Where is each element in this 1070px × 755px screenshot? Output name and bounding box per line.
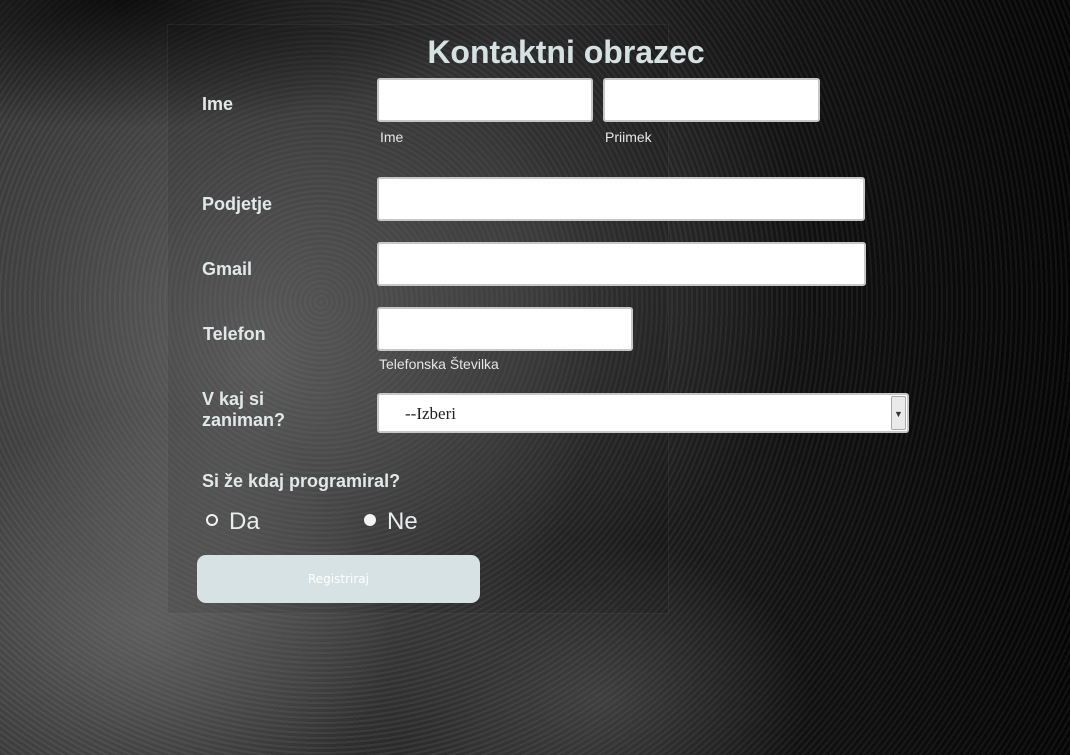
radio-ne-label[interactable]: Ne	[387, 508, 418, 536]
last-name-input[interactable]	[603, 78, 820, 122]
interest-label-line2: zaniman?	[202, 410, 286, 430]
interest-select[interactable]: --Izberi ▼	[377, 393, 909, 433]
phone-hint: Telefonska Številka	[379, 356, 499, 372]
first-name-input[interactable]	[377, 78, 593, 122]
radio-da-label[interactable]: Da	[229, 508, 260, 536]
radio-da[interactable]	[206, 514, 218, 526]
name-label: Ime	[202, 94, 234, 114]
email-input[interactable]	[377, 242, 866, 286]
phone-input[interactable]	[377, 307, 633, 351]
radio-ne[interactable]	[364, 514, 376, 526]
last-name-hint: Priimek	[605, 129, 652, 145]
phone-label: Telefon	[203, 324, 266, 344]
company-label: Podjetje	[202, 194, 273, 214]
interest-label: V kaj si zaniman?	[202, 389, 285, 431]
interest-label-line1: V kaj si	[202, 389, 265, 409]
interest-select-value: --Izberi	[405, 404, 456, 423]
form-title: Kontaktni obrazec	[427, 34, 705, 70]
email-label: Gmail	[202, 259, 253, 279]
first-name-hint: Ime	[380, 129, 404, 145]
programmed-question: Si že kdaj programiral?	[202, 471, 401, 491]
company-input[interactable]	[377, 177, 865, 221]
chevron-down-icon[interactable]: ▼	[891, 396, 906, 430]
register-button[interactable]: Registriraj	[197, 555, 480, 603]
